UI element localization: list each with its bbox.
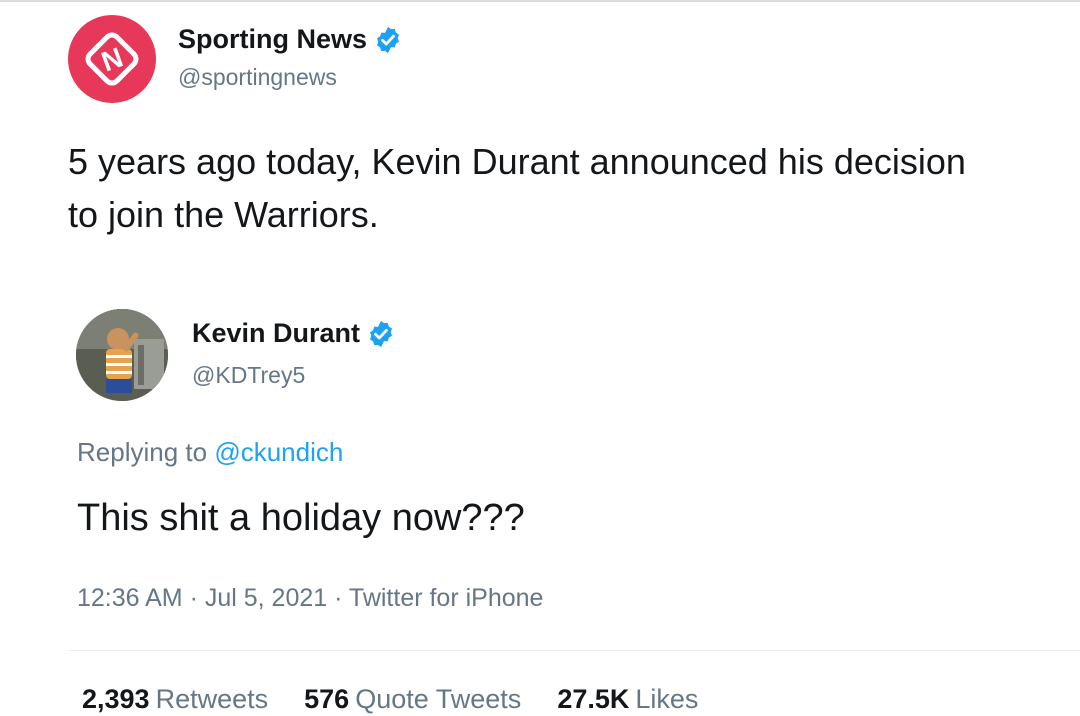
stats-divider xyxy=(68,650,1080,651)
top-border xyxy=(0,0,1080,2)
display-name[interactable]: Sporting News xyxy=(178,24,367,55)
original-tweet-text: 5 years ago today, Kevin Durant announce… xyxy=(68,141,966,235)
avatar-photo xyxy=(76,309,168,401)
replying-to-line: Replying to @ckundich xyxy=(77,437,343,468)
sporting-news-handle[interactable]: @sportingnews xyxy=(178,64,337,91)
likes-stat[interactable]: 27.5K Likes xyxy=(557,684,698,715)
kevin-durant-avatar[interactable] xyxy=(76,309,168,401)
kevin-durant-handle[interactable]: @KDTrey5 xyxy=(192,362,305,389)
retweets-label: Retweets xyxy=(155,684,269,714)
sporting-news-name-row[interactable]: Sporting News xyxy=(178,24,403,55)
tweet-timestamp-source[interactable]: 12:36 AM · Jul 5, 2021 · Twitter for iPh… xyxy=(77,584,543,613)
likes-label: Likes xyxy=(635,684,699,714)
sporting-news-logo-icon: N xyxy=(85,32,139,86)
svg-text:N: N xyxy=(97,41,127,77)
verified-badge-icon xyxy=(377,26,400,53)
retweets-count: 2,393 xyxy=(82,684,150,714)
tweet-stats: 2,393 Retweets 576 Quote Tweets 27.5K Likes xyxy=(82,684,698,715)
replying-prefix: Replying to xyxy=(77,437,208,467)
likes-count: 27.5K xyxy=(557,684,630,714)
verified-badge-icon xyxy=(370,320,393,347)
retweets-stat[interactable]: 2,393 Retweets xyxy=(82,684,268,715)
quote-tweets-label: Quote Tweets xyxy=(355,684,522,714)
quote-tweets-count: 576 xyxy=(304,684,350,714)
display-name[interactable]: Kevin Durant xyxy=(192,318,360,349)
sporting-news-avatar[interactable]: N xyxy=(68,15,156,103)
replying-mention-link[interactable]: @ckundich xyxy=(214,437,343,467)
reply-tweet-text: This shit a holiday now??? xyxy=(77,497,525,539)
tweet-screenshot: N Sporting News @sportingnews 5 years ag… xyxy=(0,0,1080,716)
kevin-durant-name-row[interactable]: Kevin Durant xyxy=(192,318,396,349)
quote-tweets-stat[interactable]: 576 Quote Tweets xyxy=(304,684,521,715)
